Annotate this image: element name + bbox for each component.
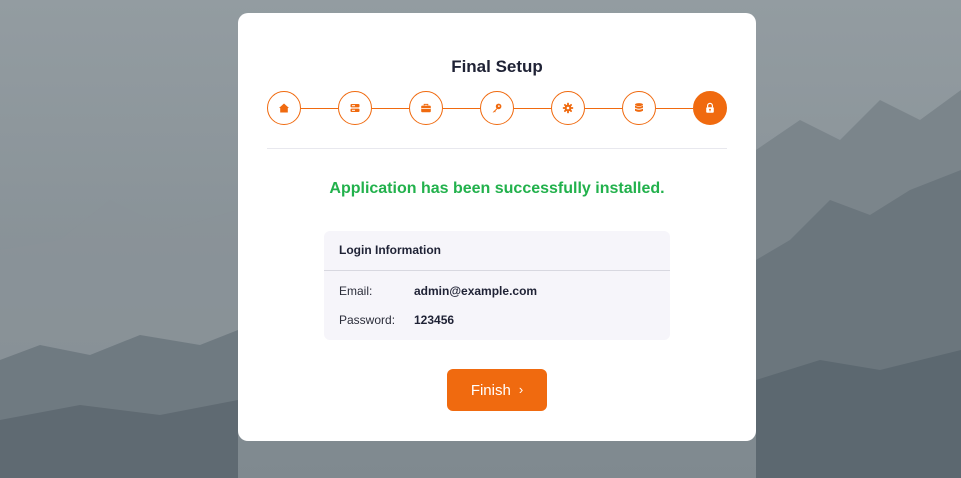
step-connector (514, 108, 551, 109)
step-home[interactable] (267, 91, 301, 125)
setup-card: Final Setup Application has been success… (238, 13, 756, 441)
password-label: Password: (339, 313, 396, 327)
login-info-heading: Login Information (339, 243, 441, 257)
step-key[interactable] (480, 91, 514, 125)
briefcase-icon (421, 103, 431, 113)
chevron-right-icon: › (518, 381, 524, 397)
step-finish[interactable] (693, 91, 727, 125)
finish-button-label: Finish (470, 381, 511, 399)
password-value: 123456 (414, 313, 455, 327)
divider (267, 148, 727, 149)
server-icon (350, 104, 360, 112)
success-message: Application has been successfully instal… (329, 180, 665, 197)
step-connector (301, 108, 338, 109)
step-server[interactable] (338, 91, 372, 125)
step-briefcase[interactable] (409, 91, 443, 125)
step-connector (656, 108, 693, 109)
login-info-box: Login Information Email: admin@example.c… (324, 231, 670, 340)
step-connector (443, 108, 480, 109)
step-connector (372, 108, 409, 109)
key-icon (492, 103, 502, 113)
step-settings[interactable] (551, 91, 585, 125)
login-info-divider (324, 270, 670, 271)
database-icon (635, 103, 643, 112)
step-database[interactable] (622, 91, 656, 125)
page-title: Final Setup (451, 57, 543, 76)
email-label: Email: (339, 284, 373, 298)
lock-icon (706, 102, 714, 113)
finish-button[interactable]: Finish › (447, 369, 547, 411)
gear-icon (562, 102, 574, 114)
email-value: admin@example.com (414, 284, 538, 298)
home-icon (279, 103, 289, 113)
step-connector (585, 108, 622, 109)
stepper (267, 91, 727, 125)
